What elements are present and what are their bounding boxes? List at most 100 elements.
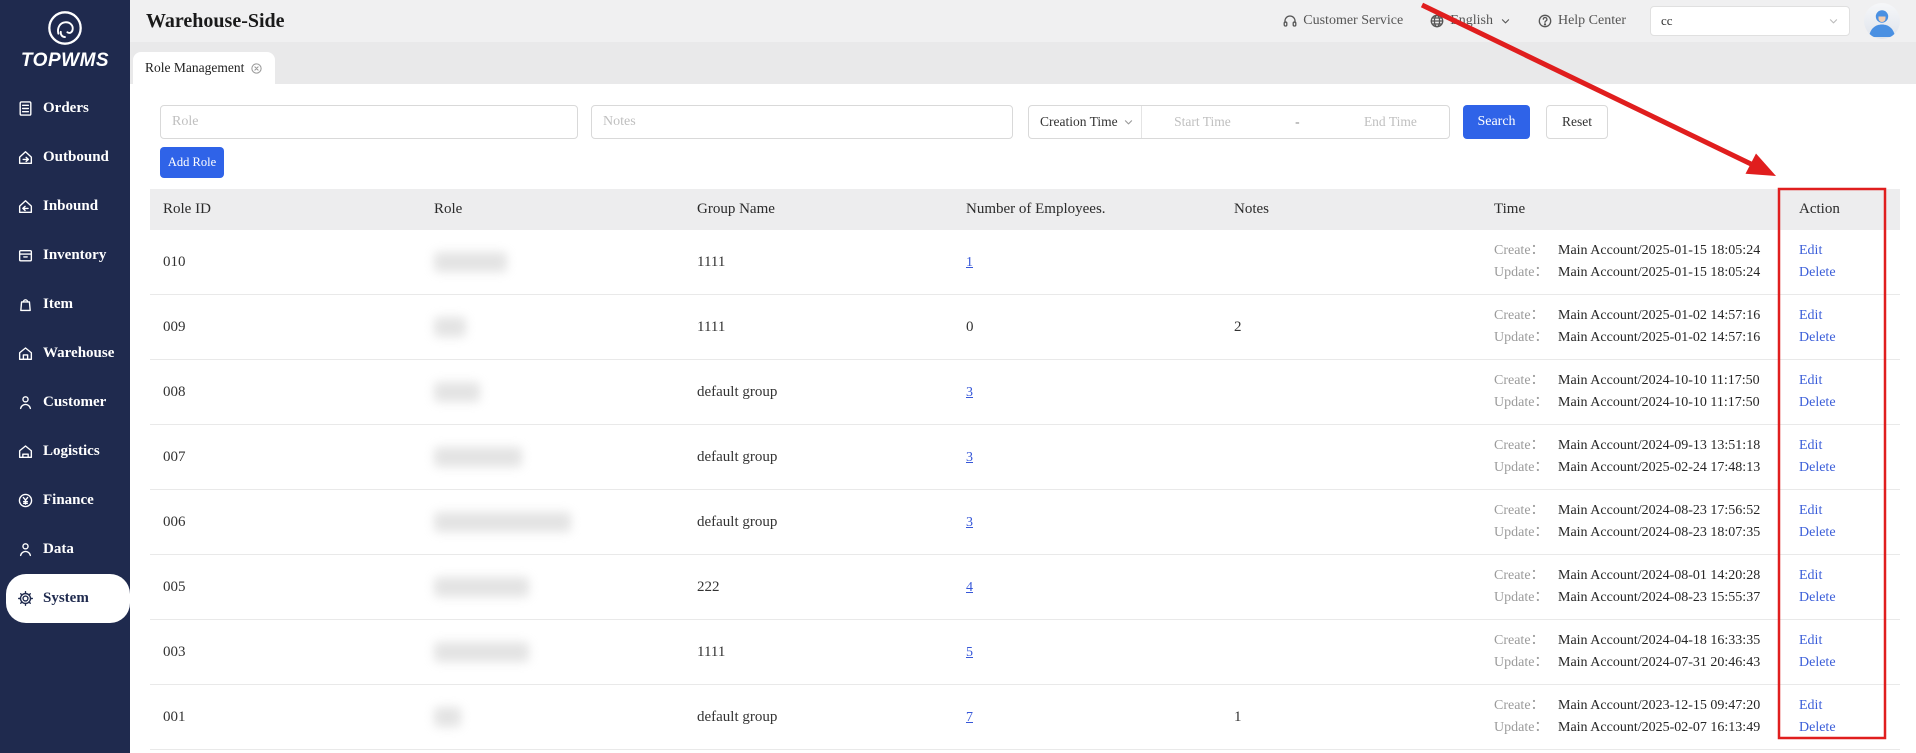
action-cell: Edit Delete xyxy=(1786,684,1900,750)
close-icon[interactable] xyxy=(250,62,263,75)
end-time-placeholder: End Time xyxy=(1363,114,1417,129)
sidebar-item-warehouse[interactable]: Warehouse xyxy=(0,329,130,378)
sidebar-item-label: Logistics xyxy=(43,443,100,459)
employee-count-link[interactable]: 5 xyxy=(966,645,973,660)
reset-button[interactable]: Reset xyxy=(1546,105,1608,139)
employee-count-link[interactable]: 3 xyxy=(966,385,973,400)
main-content: Creation Time Start Time - End Time Sear… xyxy=(130,84,1916,753)
sidebar-item-logistics[interactable]: Logistics xyxy=(0,427,130,476)
customer-service-link[interactable]: Customer Service xyxy=(1282,13,1403,29)
sidebar-nav: Orders Outbound Inbound Inventory Item Wareho… xyxy=(0,84,130,623)
create-time-value: Main Account/2024-04-18 16:33:35 xyxy=(1558,633,1761,648)
add-role-button[interactable]: Add Role xyxy=(160,147,224,178)
action-cell: Edit Delete xyxy=(1786,359,1900,425)
create-time-label: Create： xyxy=(1494,438,1545,453)
tab-role-management[interactable]: Role Management xyxy=(133,52,276,84)
action-cell: Edit Delete xyxy=(1786,489,1900,555)
table-row: 005 222 4 Create： Main Account/2024-08-01 14… xyxy=(150,554,1900,620)
redacted-role-text xyxy=(434,317,466,337)
sidebar-item-label: Finance xyxy=(43,492,94,508)
time-type-select[interactable]: Creation Time xyxy=(1029,106,1142,138)
delete-link[interactable]: Delete xyxy=(1799,457,1836,479)
account-select-value: cc xyxy=(1661,13,1673,28)
create-time: Create： Main Account/2025-01-15 18:05:24 xyxy=(1494,240,1773,262)
edit-link[interactable]: Edit xyxy=(1799,500,1822,522)
employees-cell: 7 xyxy=(953,684,1221,750)
delete-link[interactable]: Delete xyxy=(1799,522,1836,544)
item-icon xyxy=(17,296,34,313)
create-time: Create： Main Account/2023-12-15 09:47:20 xyxy=(1494,695,1773,717)
sidebar-item-label: Outbound xyxy=(43,149,109,165)
sidebar-item-orders[interactable]: Orders xyxy=(0,84,130,133)
sidebar-item-system[interactable]: System xyxy=(6,574,130,623)
sidebar-item-inbound[interactable]: Inbound xyxy=(0,182,130,231)
account-select[interactable]: cc xyxy=(1650,6,1850,36)
outbound-icon xyxy=(17,149,34,166)
edit-link[interactable]: Edit xyxy=(1799,695,1822,717)
table-row: 007 default group 3 Create： Main Account/202… xyxy=(150,424,1900,490)
delete-link[interactable]: Delete xyxy=(1799,262,1836,284)
employees-cell: 1 xyxy=(953,230,1221,295)
role-cell xyxy=(421,230,684,295)
employee-count-link[interactable]: 1 xyxy=(966,255,973,270)
role-id-cell: 008 xyxy=(150,359,421,425)
update-time-value: Main Account/2024-08-23 18:07:35 xyxy=(1558,525,1761,540)
role-id-cell: 003 xyxy=(150,619,421,685)
edit-link[interactable]: Edit xyxy=(1799,435,1822,457)
language-select[interactable]: English xyxy=(1429,13,1511,29)
employee-count-link[interactable]: 3 xyxy=(966,450,973,465)
notes-cell xyxy=(1221,424,1481,490)
create-time-label: Create： xyxy=(1494,243,1545,258)
search-button[interactable]: Search xyxy=(1463,105,1530,139)
delete-link[interactable]: Delete xyxy=(1799,392,1836,414)
sidebar-item-inventory[interactable]: Inventory xyxy=(0,231,130,280)
create-time-value: Main Account/2025-01-02 14:57:16 xyxy=(1558,308,1761,323)
orders-icon xyxy=(17,100,34,117)
notes-filter-input[interactable] xyxy=(591,105,1013,139)
sidebar-item-data[interactable]: Data xyxy=(0,525,130,574)
sidebar-item-item[interactable]: Item xyxy=(0,280,130,329)
page-title: Warehouse-Side xyxy=(146,9,285,32)
inventory-icon xyxy=(17,247,34,264)
tab-label: Role Management xyxy=(145,60,245,75)
action-cell: Edit Delete xyxy=(1786,619,1900,685)
headset-icon xyxy=(1282,13,1298,29)
delete-link[interactable]: Delete xyxy=(1799,652,1836,674)
delete-link[interactable]: Delete xyxy=(1799,717,1836,739)
create-time-value: Main Account/2024-10-10 11:17:50 xyxy=(1558,373,1760,388)
delete-link[interactable]: Delete xyxy=(1799,587,1836,609)
role-cell xyxy=(421,489,684,555)
group-name-cell: 1111 xyxy=(684,294,953,360)
help-center-link[interactable]: Help Center xyxy=(1537,13,1626,29)
employee-count-link[interactable]: 3 xyxy=(966,515,973,530)
update-time: Update： Main Account/2024-08-23 15:55:37 xyxy=(1494,587,1773,609)
update-time: Update： Main Account/2025-01-02 14:57:16 xyxy=(1494,327,1773,349)
role-filter-input[interactable] xyxy=(160,105,578,139)
role-id-cell: 006 xyxy=(150,489,421,555)
time-cell: Create： Main Account/2024-08-01 14:20:28 U… xyxy=(1481,554,1786,620)
edit-link[interactable]: Edit xyxy=(1799,565,1822,587)
redacted-role-text xyxy=(434,577,529,597)
date-range-picker[interactable]: Start Time - End Time xyxy=(1142,106,1449,138)
group-name-cell: 1111 xyxy=(684,230,953,295)
create-time: Create： Main Account/2025-01-02 14:57:16 xyxy=(1494,305,1773,327)
notes-cell: 1 xyxy=(1221,684,1481,750)
delete-link[interactable]: Delete xyxy=(1799,327,1836,349)
redacted-role-text xyxy=(434,447,522,467)
edit-link[interactable]: Edit xyxy=(1799,370,1822,392)
user-avatar[interactable] xyxy=(1864,3,1900,39)
role-id-cell: 010 xyxy=(150,230,421,295)
employees-cell: 3 xyxy=(953,424,1221,490)
sidebar-item-customer[interactable]: Customer xyxy=(0,378,130,427)
inbound-icon xyxy=(17,198,34,215)
employee-count-link[interactable]: 4 xyxy=(966,580,973,595)
table-header-row: Role ID Role Group Name Number of Employees… xyxy=(150,189,1900,230)
edit-link[interactable]: Edit xyxy=(1799,240,1822,262)
sidebar-item-outbound[interactable]: Outbound xyxy=(0,133,130,182)
employee-count-link[interactable]: 7 xyxy=(966,710,973,725)
tab-bar: Role Management xyxy=(130,42,1916,84)
edit-link[interactable]: Edit xyxy=(1799,305,1822,327)
sidebar-item-finance[interactable]: Finance xyxy=(0,476,130,525)
update-time-value: Main Account/2025-02-07 16:13:49 xyxy=(1558,720,1761,735)
edit-link[interactable]: Edit xyxy=(1799,630,1822,652)
